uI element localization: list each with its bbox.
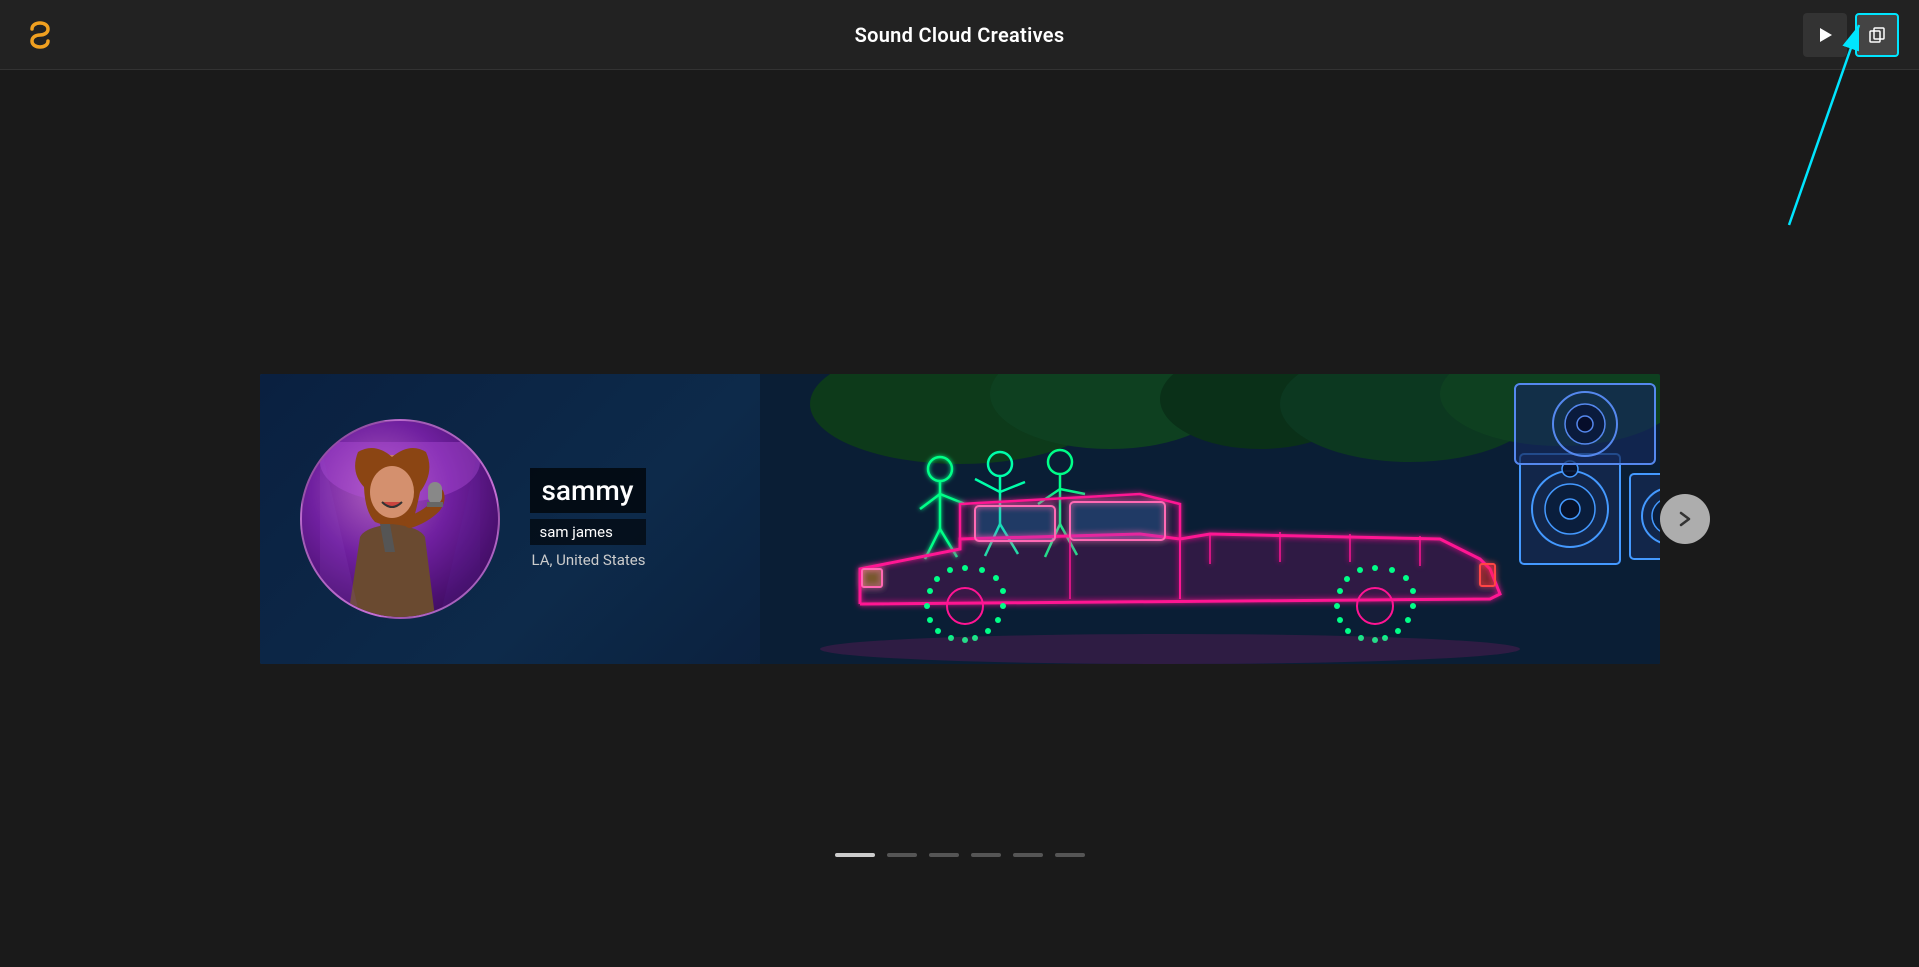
neon-scene [760,374,1660,664]
app-logo-icon [20,15,60,55]
neon-art [760,374,1660,664]
profile-location: LA, United States [530,551,646,569]
next-slide-button[interactable] [1660,494,1710,544]
dot-6[interactable] [1055,853,1085,857]
play-icon [1816,26,1834,44]
play-button[interactable] [1803,13,1847,57]
dot-4[interactable] [971,853,1001,857]
avatar-inner [302,421,498,617]
slide-indicators [835,853,1085,857]
chevron-right-icon [1675,509,1695,529]
profile-handle: sam james [530,519,646,545]
page-title: Sound Cloud Creatives [855,23,1065,47]
profile-info: sammy sam james LA, United States [530,468,646,569]
header-actions [1803,13,1899,57]
dot-1[interactable] [835,853,875,857]
dot-5[interactable] [1013,853,1043,857]
slide-container: sammy sam james LA, United States [260,374,1660,664]
copy-button[interactable] [1855,13,1899,57]
avatar [300,419,500,619]
logo-area [20,15,60,55]
profile-section: sammy sam james LA, United States [260,419,740,619]
dot-3[interactable] [929,853,959,857]
slide-card: sammy sam james LA, United States [260,374,1660,664]
main-content: sammy sam james LA, United States [0,70,1919,967]
copy-icon [1868,26,1886,44]
avatar-silhouette [320,442,480,617]
profile-name: sammy [530,468,646,513]
dot-2[interactable] [887,853,917,857]
header: Sound Cloud Creatives [0,0,1919,70]
